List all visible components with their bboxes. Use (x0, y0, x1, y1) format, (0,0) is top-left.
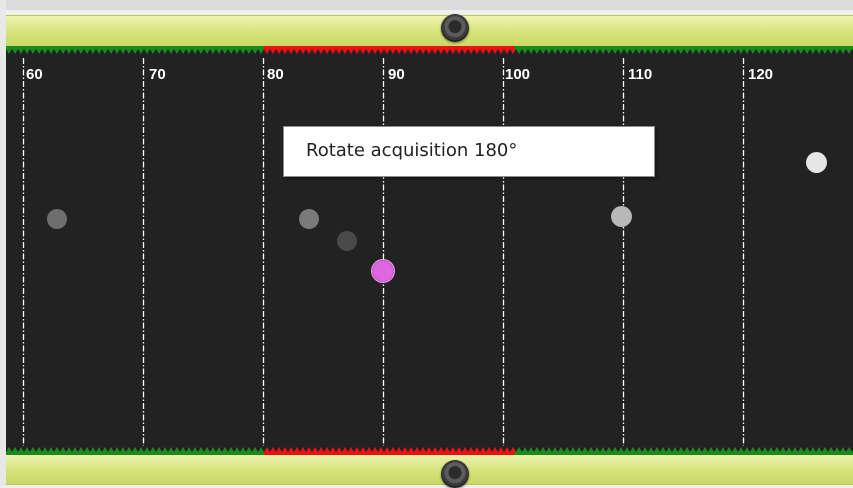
top-rotate-knob[interactable] (441, 14, 469, 42)
scale-label-120: 120 (748, 66, 774, 83)
marker-gray-2[interactable] (299, 209, 319, 229)
scale-label-100: 100 (505, 66, 531, 83)
bottom-rail-teeth (6, 447, 853, 455)
marker-gray-1[interactable] (47, 209, 67, 229)
grid-overlay (6, 46, 853, 455)
tooltip: Rotate acquisition 180° (283, 126, 655, 177)
marker-selected[interactable] (372, 260, 394, 282)
scale-label-90: 90 (388, 66, 405, 83)
top-rail-teeth (6, 46, 853, 54)
tooltip-text: Rotate acquisition 180° (306, 140, 518, 161)
scale-label-60: 60 (26, 66, 43, 83)
scale-label-110: 110 (628, 66, 653, 83)
marker-light[interactable] (611, 206, 632, 227)
bottom-rotate-knob[interactable] (441, 460, 469, 488)
marker-white[interactable] (806, 152, 827, 173)
grid-lines (22, 58, 745, 446)
scale-label-80: 80 (267, 66, 284, 83)
scale-label-70: 70 (149, 66, 166, 83)
marker-dark[interactable] (337, 231, 357, 251)
